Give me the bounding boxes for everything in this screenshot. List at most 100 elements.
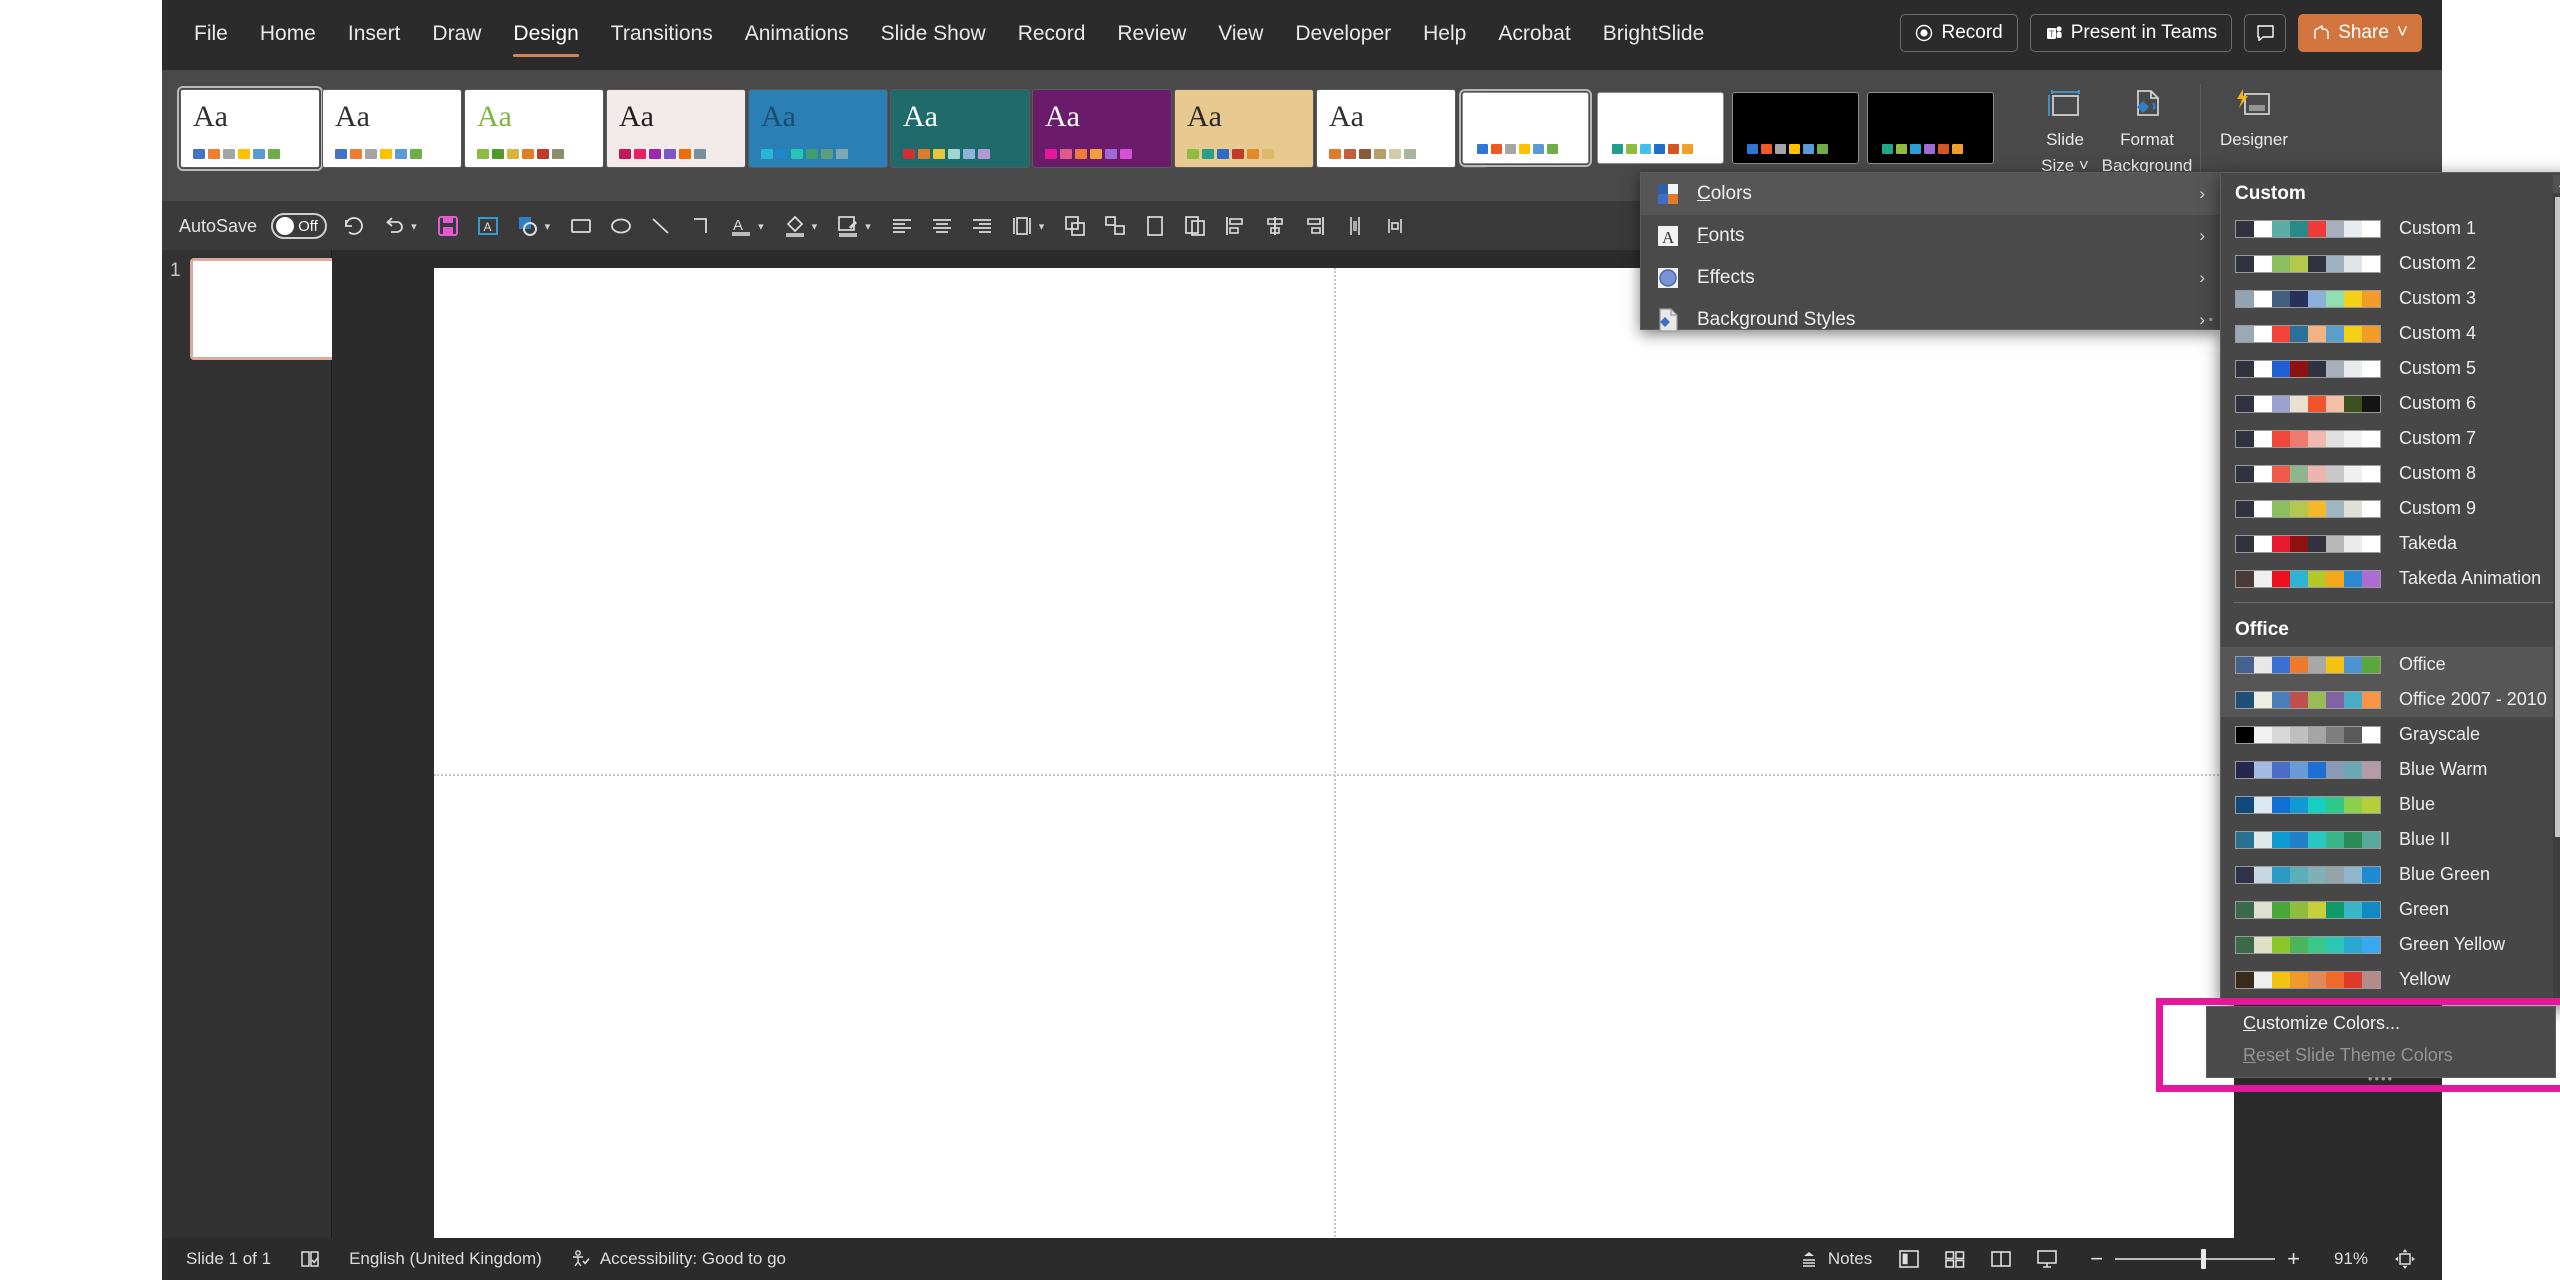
- zoom-out-button[interactable]: −: [2078, 1246, 2115, 1272]
- color-theme-item[interactable]: Custom 2: [2221, 246, 2560, 281]
- designer-button[interactable]: Designer: [2213, 78, 2295, 150]
- undo-caret-icon[interactable]: ▾: [407, 220, 421, 233]
- color-theme-item[interactable]: Custom 4: [2221, 316, 2560, 351]
- qat-distribute-button[interactable]: ▾: [1002, 202, 1056, 250]
- variants-gallery[interactable]: [1459, 78, 2002, 178]
- record-button[interactable]: Record: [1900, 14, 2018, 52]
- color-theme-item[interactable]: Green Yellow: [2221, 927, 2560, 962]
- slideshow-button[interactable]: [2024, 1238, 2070, 1280]
- zoom-level[interactable]: 91%: [2320, 1249, 2382, 1269]
- color-theme-item[interactable]: Takeda: [2221, 526, 2560, 561]
- zoom-track[interactable]: [2115, 1249, 2276, 1269]
- theme-colors-flyout[interactable]: Custom Custom 1 Custom 2 Custom 3 Custom 4 Cu…: [2220, 172, 2560, 1004]
- design-menu-item-fonts[interactable]: A Fonts ›: [1641, 215, 2219, 257]
- qat-undo-button[interactable]: ▾: [374, 202, 428, 250]
- comments-button[interactable]: [2244, 14, 2287, 52]
- notes-button[interactable]: Notes: [1784, 1249, 1886, 1269]
- color-theme-item[interactable]: Custom 3: [2221, 281, 2560, 316]
- theme-colors-scrollbar[interactable]: ▲: [2553, 175, 2560, 1001]
- qat-align-objects-center-button[interactable]: [1255, 202, 1295, 250]
- qat-distribute-horizontal-button[interactable]: [1335, 202, 1375, 250]
- shape-fill-caret-icon[interactable]: ▾: [541, 220, 555, 233]
- color-theme-item[interactable]: Yellow: [2221, 962, 2560, 997]
- autosave-switch[interactable]: Off: [271, 213, 328, 239]
- color-theme-item[interactable]: Custom 8: [2221, 456, 2560, 491]
- design-menu-item-colors[interactable]: Colors ›: [1641, 173, 2219, 215]
- ribbon-tab-acrobat[interactable]: Acrobat: [1482, 14, 1586, 56]
- qat-line-button[interactable]: [641, 202, 681, 250]
- autosave-toggle[interactable]: Off: [264, 202, 334, 250]
- theme-thumbnail-6[interactable]: Aa: [890, 88, 1030, 168]
- ribbon-tab-draw[interactable]: Draw: [416, 14, 497, 56]
- slide-canvas-pane[interactable]: [332, 250, 2442, 1280]
- normal-view-button[interactable]: [1886, 1238, 1932, 1280]
- slide-thumbnail-pane[interactable]: 1: [162, 250, 352, 1238]
- slide-canvas[interactable]: [434, 268, 2234, 1280]
- ribbon-tab-brightslide[interactable]: BrightSlide: [1587, 14, 1721, 56]
- ribbon-tab-help[interactable]: Help: [1407, 14, 1482, 56]
- variant-thumbnail-4[interactable]: [1867, 92, 1994, 164]
- share-button[interactable]: Share ˅: [2298, 14, 2422, 52]
- color-theme-item[interactable]: Blue Green: [2221, 857, 2560, 892]
- theme-thumbnail-4[interactable]: Aa: [606, 88, 746, 168]
- variant-thumbnail-3[interactable]: [1732, 92, 1859, 164]
- theme-thumbnail-3[interactable]: Aa: [464, 88, 604, 168]
- distribute-caret-icon[interactable]: ▾: [1035, 220, 1049, 233]
- qat-elbow-connector-button[interactable]: [681, 202, 721, 250]
- ribbon-tab-record[interactable]: Record: [1002, 14, 1102, 56]
- qat-font-color-button[interactable]: A ▾: [721, 202, 775, 250]
- scroll-up-icon[interactable]: ▲: [2553, 175, 2560, 193]
- color-theme-item[interactable]: Custom 1: [2221, 211, 2560, 246]
- color-theme-item[interactable]: Blue II: [2221, 822, 2560, 857]
- ribbon-tab-file[interactable]: File: [178, 14, 244, 56]
- design-menu-item-background-styles[interactable]: Background Styles ›: [1641, 299, 2219, 341]
- fill-color-caret-icon[interactable]: ▾: [808, 220, 822, 233]
- color-theme-item[interactable]: Custom 6: [2221, 386, 2560, 421]
- ribbon-tab-design[interactable]: Design: [497, 14, 594, 57]
- theme-thumbnail-1[interactable]: Aa: [177, 85, 323, 171]
- qat-distribute-vertical-button[interactable]: [1375, 202, 1415, 250]
- color-theme-item[interactable]: Takeda Animation: [2221, 561, 2560, 596]
- color-theme-item[interactable]: Custom 9: [2221, 491, 2560, 526]
- theme-colors-commands[interactable]: Customize Colors... Reset Slide Theme Col…: [2206, 1006, 2556, 1086]
- menu-overflow-dots-icon[interactable]: ••••: [2207, 1071, 2555, 1086]
- theme-thumbnail-8[interactable]: Aa: [1174, 88, 1314, 168]
- qat-shape-fill-button[interactable]: ▾: [508, 202, 562, 250]
- qat-repeat-button[interactable]: [334, 202, 374, 250]
- ribbon-tab-review[interactable]: Review: [1101, 14, 1202, 56]
- variant-thumbnail-1[interactable]: [1459, 89, 1592, 167]
- spellcheck-button[interactable]: [285, 1249, 335, 1269]
- themes-gallery[interactable]: Aa Aa Aa Aa Aa Aa Aa Aa Aa: [177, 85, 1458, 171]
- qat-fill-color-button[interactable]: ▾: [775, 202, 829, 250]
- ribbon-tab-slide-show[interactable]: Slide Show: [865, 14, 1002, 56]
- qat-textbox-button[interactable]: A: [468, 202, 508, 250]
- zoom-slider[interactable]: − +: [2070, 1246, 2320, 1272]
- slide-thumbnail-1[interactable]: [190, 258, 352, 360]
- theme-thumbnail-2[interactable]: Aa: [322, 88, 462, 168]
- qat-group-button[interactable]: [1095, 202, 1135, 250]
- qat-rectangle-button[interactable]: [561, 202, 601, 250]
- ribbon-tab-developer[interactable]: Developer: [1279, 14, 1407, 56]
- slide-sorter-button[interactable]: [1932, 1238, 1978, 1280]
- zoom-in-button[interactable]: +: [2275, 1246, 2312, 1272]
- reading-view-button[interactable]: [1978, 1238, 2024, 1280]
- qat-align-center-button[interactable]: [922, 202, 962, 250]
- customize-colors-menu-item[interactable]: Customize Colors...: [2207, 1007, 2555, 1039]
- scrollbar-thumb[interactable]: [2555, 197, 2560, 837]
- color-theme-item[interactable]: Office: [2221, 647, 2560, 682]
- color-theme-item[interactable]: Grayscale: [2221, 717, 2560, 752]
- format-painter-caret-icon[interactable]: ▾: [861, 220, 875, 233]
- variant-thumbnail-2[interactable]: [1597, 92, 1724, 164]
- ribbon-tab-insert[interactable]: Insert: [332, 14, 417, 56]
- qat-save-button[interactable]: [428, 202, 468, 250]
- language-button[interactable]: English (United Kingdom): [335, 1249, 556, 1269]
- theme-colors-list[interactable]: Custom Custom 1 Custom 2 Custom 3 Custom 4 Cu…: [2221, 173, 2560, 997]
- design-menu-item-effects[interactable]: Effects ›: [1641, 257, 2219, 299]
- theme-thumbnail-9[interactable]: Aa: [1316, 88, 1456, 168]
- color-theme-item[interactable]: Green: [2221, 892, 2560, 927]
- font-color-caret-icon[interactable]: ▾: [754, 220, 768, 233]
- accessibility-button[interactable]: Accessibility: Good to go: [556, 1249, 800, 1269]
- qat-align-objects-left-button[interactable]: [1215, 202, 1255, 250]
- theme-thumbnail-5[interactable]: Aa: [748, 88, 888, 168]
- color-theme-item[interactable]: Office 2007 - 2010: [2221, 682, 2560, 717]
